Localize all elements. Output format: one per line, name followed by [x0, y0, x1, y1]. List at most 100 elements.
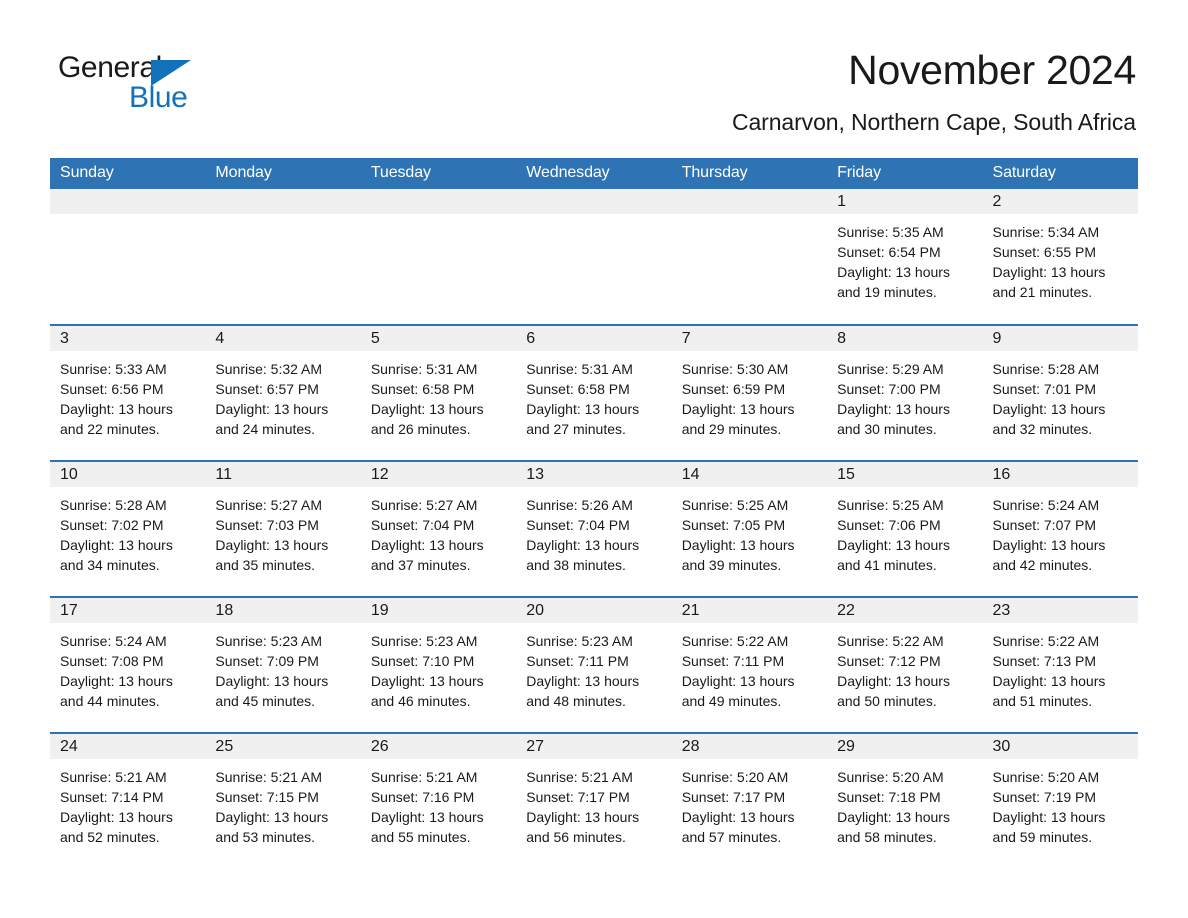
- day-number: 10: [50, 462, 206, 487]
- daylight-text-line2: and 44 minutes.: [60, 693, 160, 709]
- day-details: Sunrise: 5:29 AM Sunset: 7:00 PM Daylight:…: [827, 351, 982, 460]
- daylight-text-line1: Daylight: 13 hours: [992, 809, 1106, 825]
- sunrise-text: Sunrise: 5:35 AM: [837, 224, 944, 240]
- calendar-day-cell[interactable]: 11 Sunrise: 5:27 AM Sunset: 7:03 PM Dayligh…: [205, 460, 361, 597]
- day-number: 11: [205, 462, 361, 487]
- daylight-text-line2: and 53 minutes.: [215, 829, 316, 845]
- sunrise-text: Sunrise: 5:21 AM: [60, 769, 167, 785]
- day-number: 12: [360, 462, 517, 487]
- sunrise-text: Sunrise: 5:32 AM: [215, 361, 323, 377]
- day-details: Sunrise: 5:32 AM Sunset: 6:57 PM Daylight:…: [205, 351, 360, 460]
- day-number: 14: [671, 462, 828, 487]
- daylight-text-line1: Daylight: 13 hours: [837, 673, 950, 689]
- calendar-day-cell[interactable]: 22 Sunrise: 5:22 AM Sunset: 7:12 PM Dayligh…: [827, 596, 983, 733]
- day-details: Sunrise: 5:28 AM Sunset: 7:02 PM Daylight:…: [50, 487, 205, 596]
- daylight-text-line2: and 52 minutes.: [60, 829, 160, 845]
- calendar-week-row: 1 Sunrise: 5:35 AM Sunset: 6:54 PM Daylight…: [50, 189, 1138, 325]
- calendar-day-cell[interactable]: 19 Sunrise: 5:23 AM Sunset: 7:10 PM Dayligh…: [360, 596, 517, 733]
- calendar-day-cell[interactable]: 18 Sunrise: 5:23 AM Sunset: 7:09 PM Dayligh…: [205, 596, 361, 733]
- day-number: 30: [982, 734, 1138, 759]
- calendar-page: General Blue November 2024 Carnarvon, No…: [0, 0, 1188, 918]
- calendar-day-cell[interactable]: 26 Sunrise: 5:21 AM Sunset: 7:16 PM Dayligh…: [360, 732, 517, 868]
- day-number: 8: [827, 326, 983, 351]
- sunset-text: Sunset: 7:02 PM: [60, 517, 164, 533]
- calendar-day-cell[interactable]: 29 Sunrise: 5:20 AM Sunset: 7:18 PM Dayligh…: [827, 732, 983, 868]
- calendar-day-cell[interactable]: 9 Sunrise: 5:28 AM Sunset: 7:01 PM Daylight…: [982, 324, 1138, 461]
- calendar-day-cell[interactable]: 13 Sunrise: 5:26 AM Sunset: 7:04 PM Dayligh…: [516, 460, 672, 597]
- daylight-text-line1: Daylight: 13 hours: [526, 673, 640, 689]
- daylight-text-line2: and 34 minutes.: [60, 557, 160, 573]
- calendar-day-cell[interactable]: 4 Sunrise: 5:32 AM Sunset: 6:57 PM Daylight…: [205, 324, 361, 461]
- sunrise-text: Sunrise: 5:22 AM: [992, 633, 1100, 649]
- calendar-week-row: 10 Sunrise: 5:28 AM Sunset: 7:02 PM Dayligh…: [50, 460, 1138, 597]
- sunrise-text: Sunrise: 5:31 AM: [526, 361, 633, 377]
- calendar-day-cell-empty: [205, 189, 361, 325]
- page-title: November 2024: [848, 47, 1136, 93]
- calendar-day-cell[interactable]: 8 Sunrise: 5:29 AM Sunset: 7:00 PM Daylight…: [827, 324, 983, 461]
- calendar-day-cell[interactable]: 2 Sunrise: 5:34 AM Sunset: 6:55 PM Daylight…: [982, 189, 1138, 325]
- calendar-day-cell[interactable]: 16 Sunrise: 5:24 AM Sunset: 7:07 PM Dayligh…: [982, 460, 1138, 597]
- brand-logo[interactable]: General Blue: [58, 52, 258, 118]
- calendar-day-cell[interactable]: 27 Sunrise: 5:21 AM Sunset: 7:17 PM Dayligh…: [516, 732, 672, 868]
- calendar-day-cell[interactable]: 6 Sunrise: 5:31 AM Sunset: 6:58 PM Daylight…: [516, 324, 672, 461]
- daylight-text-line2: and 45 minutes.: [215, 693, 316, 709]
- daylight-text-line1: Daylight: 13 hours: [681, 673, 795, 689]
- day-details: Sunrise: 5:21 AM Sunset: 7:17 PM Daylight:…: [516, 759, 671, 868]
- calendar-day-cell[interactable]: 3 Sunrise: 5:33 AM Sunset: 6:56 PM Daylight…: [50, 324, 206, 461]
- day-details: Sunrise: 5:21 AM Sunset: 7:16 PM Daylight:…: [361, 759, 516, 868]
- sunrise-text: Sunrise: 5:23 AM: [526, 633, 633, 649]
- calendar-day-cell[interactable]: 15 Sunrise: 5:25 AM Sunset: 7:06 PM Dayligh…: [827, 460, 983, 597]
- sunrise-text: Sunrise: 5:20 AM: [992, 769, 1100, 785]
- page-subtitle: Carnarvon, Northern Cape, South Africa: [731, 109, 1136, 135]
- sunrise-sunset-calendar: Sunday Monday Tuesday Wednesday Thursday Frid…: [50, 158, 1138, 868]
- calendar-day-cell[interactable]: 7 Sunrise: 5:30 AM Sunset: 6:59 PM Daylight…: [671, 324, 828, 461]
- daylight-text-line1: Daylight: 13 hours: [215, 537, 329, 553]
- calendar-day-cell[interactable]: 28 Sunrise: 5:20 AM Sunset: 7:17 PM Dayligh…: [671, 732, 828, 868]
- sunset-text: Sunset: 7:07 PM: [992, 517, 1097, 533]
- calendar-day-cell[interactable]: 1 Sunrise: 5:35 AM Sunset: 6:54 PM Daylight…: [827, 189, 983, 325]
- day-number: 16: [982, 462, 1138, 487]
- sunrise-text: Sunrise: 5:31 AM: [370, 361, 478, 377]
- day-details: Sunrise: 5:20 AM Sunset: 7:19 PM Daylight:…: [983, 759, 1138, 868]
- day-details: Sunrise: 5:20 AM Sunset: 7:17 PM Daylight:…: [672, 759, 827, 868]
- calendar-day-cell[interactable]: 17 Sunrise: 5:24 AM Sunset: 7:08 PM Dayligh…: [50, 596, 206, 733]
- daylight-text-line1: Daylight: 13 hours: [215, 401, 329, 417]
- day-details: Sunrise: 5:23 AM Sunset: 7:10 PM Daylight:…: [361, 623, 516, 732]
- sunrise-text: Sunrise: 5:27 AM: [370, 497, 478, 513]
- daylight-text-line1: Daylight: 13 hours: [60, 673, 173, 689]
- calendar-day-cell[interactable]: 30 Sunrise: 5:20 AM Sunset: 7:19 PM Dayligh…: [982, 732, 1138, 868]
- calendar-day-cell-empty: [516, 189, 672, 325]
- calendar-day-cell[interactable]: 21 Sunrise: 5:22 AM Sunset: 7:11 PM Dayligh…: [671, 596, 828, 733]
- day-details: Sunrise: 5:20 AM Sunset: 7:18 PM Daylight:…: [827, 759, 982, 868]
- sunset-text: Sunset: 7:01 PM: [992, 381, 1097, 397]
- calendar-header-row: Sunday Monday Tuesday Wednesday Thursday Frid…: [50, 158, 1138, 189]
- daylight-text-line2: and 55 minutes.: [370, 829, 471, 845]
- calendar-day-cell[interactable]: 12 Sunrise: 5:27 AM Sunset: 7:04 PM Dayligh…: [360, 460, 517, 597]
- day-number: 25: [205, 734, 361, 759]
- calendar-week-row: 17 Sunrise: 5:24 AM Sunset: 7:08 PM Dayligh…: [50, 596, 1138, 733]
- day-number: 2: [982, 189, 1138, 214]
- calendar-day-cell[interactable]: 25 Sunrise: 5:21 AM Sunset: 7:15 PM Dayligh…: [205, 732, 361, 868]
- calendar-day-cell[interactable]: 14 Sunrise: 5:25 AM Sunset: 7:05 PM Dayligh…: [671, 460, 828, 597]
- weekday-header-monday: Monday: [205, 158, 361, 189]
- weekday-header-wednesday: Wednesday: [516, 158, 672, 189]
- logo-text-blue: Blue: [129, 81, 188, 114]
- sunrise-text: Sunrise: 5:23 AM: [370, 633, 478, 649]
- day-number: 15: [827, 462, 983, 487]
- calendar-week-row: 3 Sunrise: 5:33 AM Sunset: 6:56 PM Daylight…: [50, 324, 1138, 461]
- weekday-header-friday: Friday: [827, 158, 983, 189]
- sunset-text: Sunset: 7:06 PM: [837, 517, 941, 533]
- daylight-text-line2: and 57 minutes.: [681, 829, 782, 845]
- calendar-day-cell[interactable]: 20 Sunrise: 5:23 AM Sunset: 7:11 PM Dayligh…: [516, 596, 672, 733]
- sunset-text: Sunset: 6:56 PM: [60, 381, 164, 397]
- daylight-text-line1: Daylight: 13 hours: [992, 673, 1106, 689]
- daylight-text-line2: and 22 minutes.: [60, 421, 160, 437]
- calendar-day-cell[interactable]: 24 Sunrise: 5:21 AM Sunset: 7:14 PM Dayligh…: [50, 732, 206, 868]
- calendar-body: 1 Sunrise: 5:35 AM Sunset: 6:54 PM Daylight…: [50, 189, 1138, 868]
- day-number: 9: [982, 326, 1138, 351]
- weekday-header-tuesday: Tuesday: [360, 158, 517, 189]
- calendar-day-cell[interactable]: 5 Sunrise: 5:31 AM Sunset: 6:58 PM Daylight…: [360, 324, 517, 461]
- day-details: [361, 214, 516, 324]
- calendar-day-cell[interactable]: 10 Sunrise: 5:28 AM Sunset: 7:02 PM Dayligh…: [50, 460, 206, 597]
- calendar-day-cell[interactable]: 23 Sunrise: 5:22 AM Sunset: 7:13 PM Dayligh…: [982, 596, 1138, 733]
